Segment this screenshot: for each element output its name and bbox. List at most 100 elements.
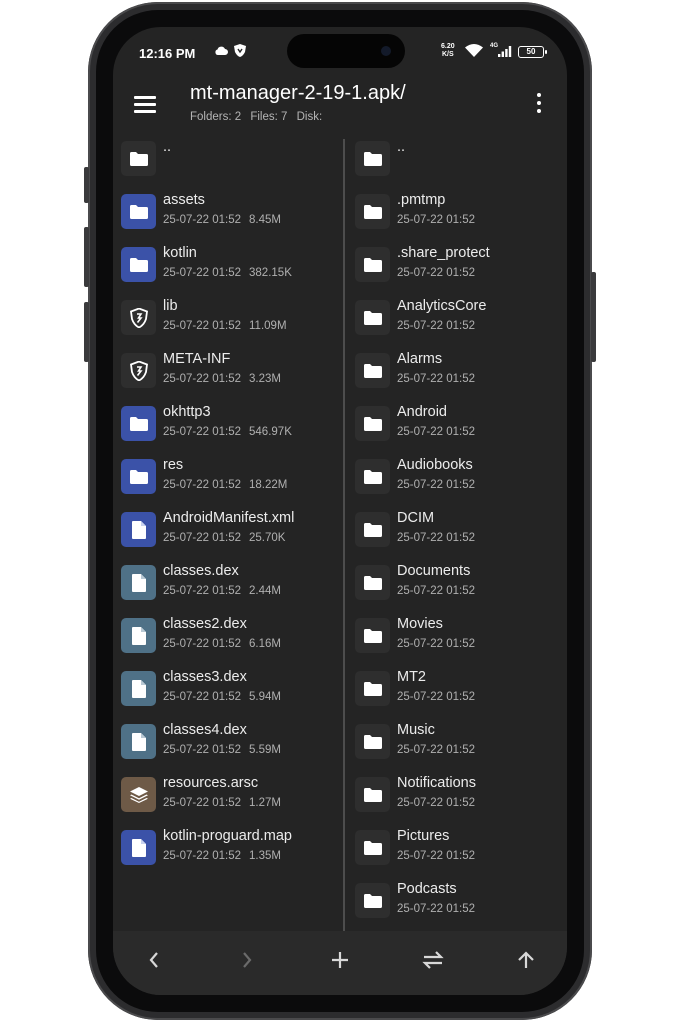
- mute-switch: [84, 167, 89, 203]
- folder-icon: [355, 671, 390, 706]
- list-item[interactable]: kotlin-proguard.map 25-07-22 01:52 1.35M: [113, 824, 343, 872]
- file-icon: [121, 512, 156, 547]
- item-name: Notifications: [397, 775, 476, 791]
- item-meta: 25-07-22 01:52 5.59M: [163, 744, 281, 756]
- folder-icon: [355, 194, 390, 229]
- list-item-parent[interactable]: ..: [345, 135, 567, 183]
- menu-icon-line: [134, 103, 156, 106]
- bottom-toolbar: [113, 931, 567, 995]
- item-name: Alarms: [397, 351, 443, 367]
- layers-icon: [121, 777, 156, 812]
- up-directory-button[interactable]: [508, 945, 544, 975]
- forward-button[interactable]: [229, 945, 265, 975]
- list-item[interactable]: classes2.dex 25-07-22 01:52 6.16M: [113, 612, 343, 660]
- list-item[interactable]: kotlin 25-07-22 01:52 382.15K: [113, 241, 343, 289]
- item-name: kotlin-proguard.map: [163, 828, 292, 844]
- list-item[interactable]: Documents 25-07-22 01:52: [345, 559, 567, 607]
- item-name: META-INF: [163, 351, 231, 367]
- list-item[interactable]: MT2 25-07-22 01:52: [345, 665, 567, 713]
- list-item[interactable]: classes.dex 25-07-22 01:52 2.44M: [113, 559, 343, 607]
- list-item[interactable]: classes3.dex 25-07-22 01:52 5.94M: [113, 665, 343, 713]
- list-item[interactable]: Audiobooks 25-07-22 01:52: [345, 453, 567, 501]
- list-item[interactable]: resources.arsc 25-07-22 01:52 1.27M: [113, 771, 343, 819]
- menu-button[interactable]: [131, 91, 159, 117]
- more-icon-dot: [537, 101, 541, 105]
- folder-icon: [355, 883, 390, 918]
- back-button[interactable]: [136, 945, 172, 975]
- network-speed: 6.20 K/S: [441, 43, 455, 58]
- list-item[interactable]: okhttp3 25-07-22 01:52 546.97K: [113, 400, 343, 448]
- item-name: resources.arsc: [163, 775, 259, 791]
- item-name: .pmtmp: [397, 192, 446, 208]
- list-item[interactable]: AndroidManifest.xml 25-07-22 01:52 25.70K: [113, 506, 343, 554]
- item-name: okhttp3: [163, 404, 211, 420]
- more-icon-dot: [537, 109, 541, 113]
- list-item[interactable]: res 25-07-22 01:52 18.22M: [113, 453, 343, 501]
- item-name: Podcasts: [397, 881, 457, 897]
- item-name: classes2.dex: [163, 616, 247, 632]
- folder-icon: [121, 194, 156, 229]
- list-item[interactable]: Pictures 25-07-22 01:52: [345, 824, 567, 872]
- item-meta: 25-07-22 01:52: [397, 903, 476, 915]
- item-meta: 25-07-22 01:52 3.23M: [163, 373, 281, 385]
- item-name: .share_protect: [397, 245, 490, 261]
- add-button[interactable]: [322, 945, 358, 975]
- folder-icon: [355, 300, 390, 335]
- files-count: Files: 7: [250, 111, 288, 123]
- path-title: mt-manager-2-19-1.apk/: [190, 82, 406, 104]
- folder-icon: [355, 724, 390, 759]
- item-name: Documents: [397, 563, 471, 579]
- item-meta: 25-07-22 01:52 546.97K: [163, 426, 292, 438]
- list-item[interactable]: Movies 25-07-22 01:52: [345, 612, 567, 660]
- menu-icon-line: [134, 96, 156, 99]
- list-item[interactable]: assets 25-07-22 01:52 8.45M: [113, 188, 343, 236]
- forward-arrow-icon: [243, 952, 252, 968]
- item-meta: 25-07-22 01:52 2.44M: [163, 585, 281, 597]
- list-item[interactable]: .pmtmp 25-07-22 01:52: [345, 188, 567, 236]
- folder-icon: [355, 512, 390, 547]
- wifi-icon: [465, 44, 483, 57]
- item-meta: 25-07-22 01:52: [397, 638, 476, 650]
- item-name: AnalyticsCore: [397, 298, 487, 314]
- list-item[interactable]: .share_protect 25-07-22 01:52: [345, 241, 567, 289]
- list-item-parent[interactable]: ..: [113, 135, 343, 183]
- item-meta: 25-07-22 01:52 1.35M: [163, 850, 281, 862]
- status-time: 12:16 PM: [139, 46, 196, 61]
- phone-bezel: 12:16 PM 6.20 K/S 4G 50 mt-manager-2-19-…: [96, 10, 584, 1012]
- file-icon: [121, 565, 156, 600]
- item-meta: 25-07-22 01:52 5.94M: [163, 691, 281, 703]
- item-name: res: [163, 457, 184, 473]
- item-name: assets: [163, 192, 205, 208]
- power-button: [591, 272, 596, 362]
- list-item[interactable]: Podcasts 25-07-22 01:52: [345, 877, 567, 925]
- list-item[interactable]: Notifications 25-07-22 01:52: [345, 771, 567, 819]
- item-name: ..: [163, 139, 172, 155]
- item-meta: 25-07-22 01:52 25.70K: [163, 532, 286, 544]
- cell-signal-icon: [498, 46, 512, 57]
- more-options-button[interactable]: [533, 91, 545, 117]
- item-meta: 25-07-22 01:52: [397, 373, 476, 385]
- item-name: kotlin: [163, 245, 197, 261]
- list-item[interactable]: lib 25-07-22 01:52 11.09M: [113, 294, 343, 342]
- list-item[interactable]: META-INF 25-07-22 01:52 3.23M: [113, 347, 343, 395]
- list-item[interactable]: Android 25-07-22 01:52: [345, 400, 567, 448]
- item-meta: 25-07-22 01:52: [397, 744, 476, 756]
- swap-panes-button[interactable]: [415, 945, 451, 975]
- volume-up-button: [84, 227, 89, 287]
- item-name: classes.dex: [163, 563, 239, 579]
- signal-label: 4G: [490, 43, 499, 49]
- list-item[interactable]: DCIM 25-07-22 01:52: [345, 506, 567, 554]
- list-item[interactable]: classes4.dex 25-07-22 01:52 5.59M: [113, 718, 343, 766]
- list-item[interactable]: Alarms 25-07-22 01:52: [345, 347, 567, 395]
- item-meta: 25-07-22 01:52: [397, 850, 476, 862]
- volume-down-button: [84, 302, 89, 362]
- item-meta: 25-07-22 01:52 11.09M: [163, 320, 287, 332]
- shield-icon: [121, 353, 156, 388]
- folder-icon: [121, 406, 156, 441]
- path-summary: Folders: 2 Files: 7 Disk:: [190, 111, 328, 123]
- item-name: classes3.dex: [163, 669, 247, 685]
- list-item[interactable]: AnalyticsCore 25-07-22 01:52: [345, 294, 567, 342]
- item-name: Android: [397, 404, 447, 420]
- list-item[interactable]: Music 25-07-22 01:52: [345, 718, 567, 766]
- item-name: MT2: [397, 669, 426, 685]
